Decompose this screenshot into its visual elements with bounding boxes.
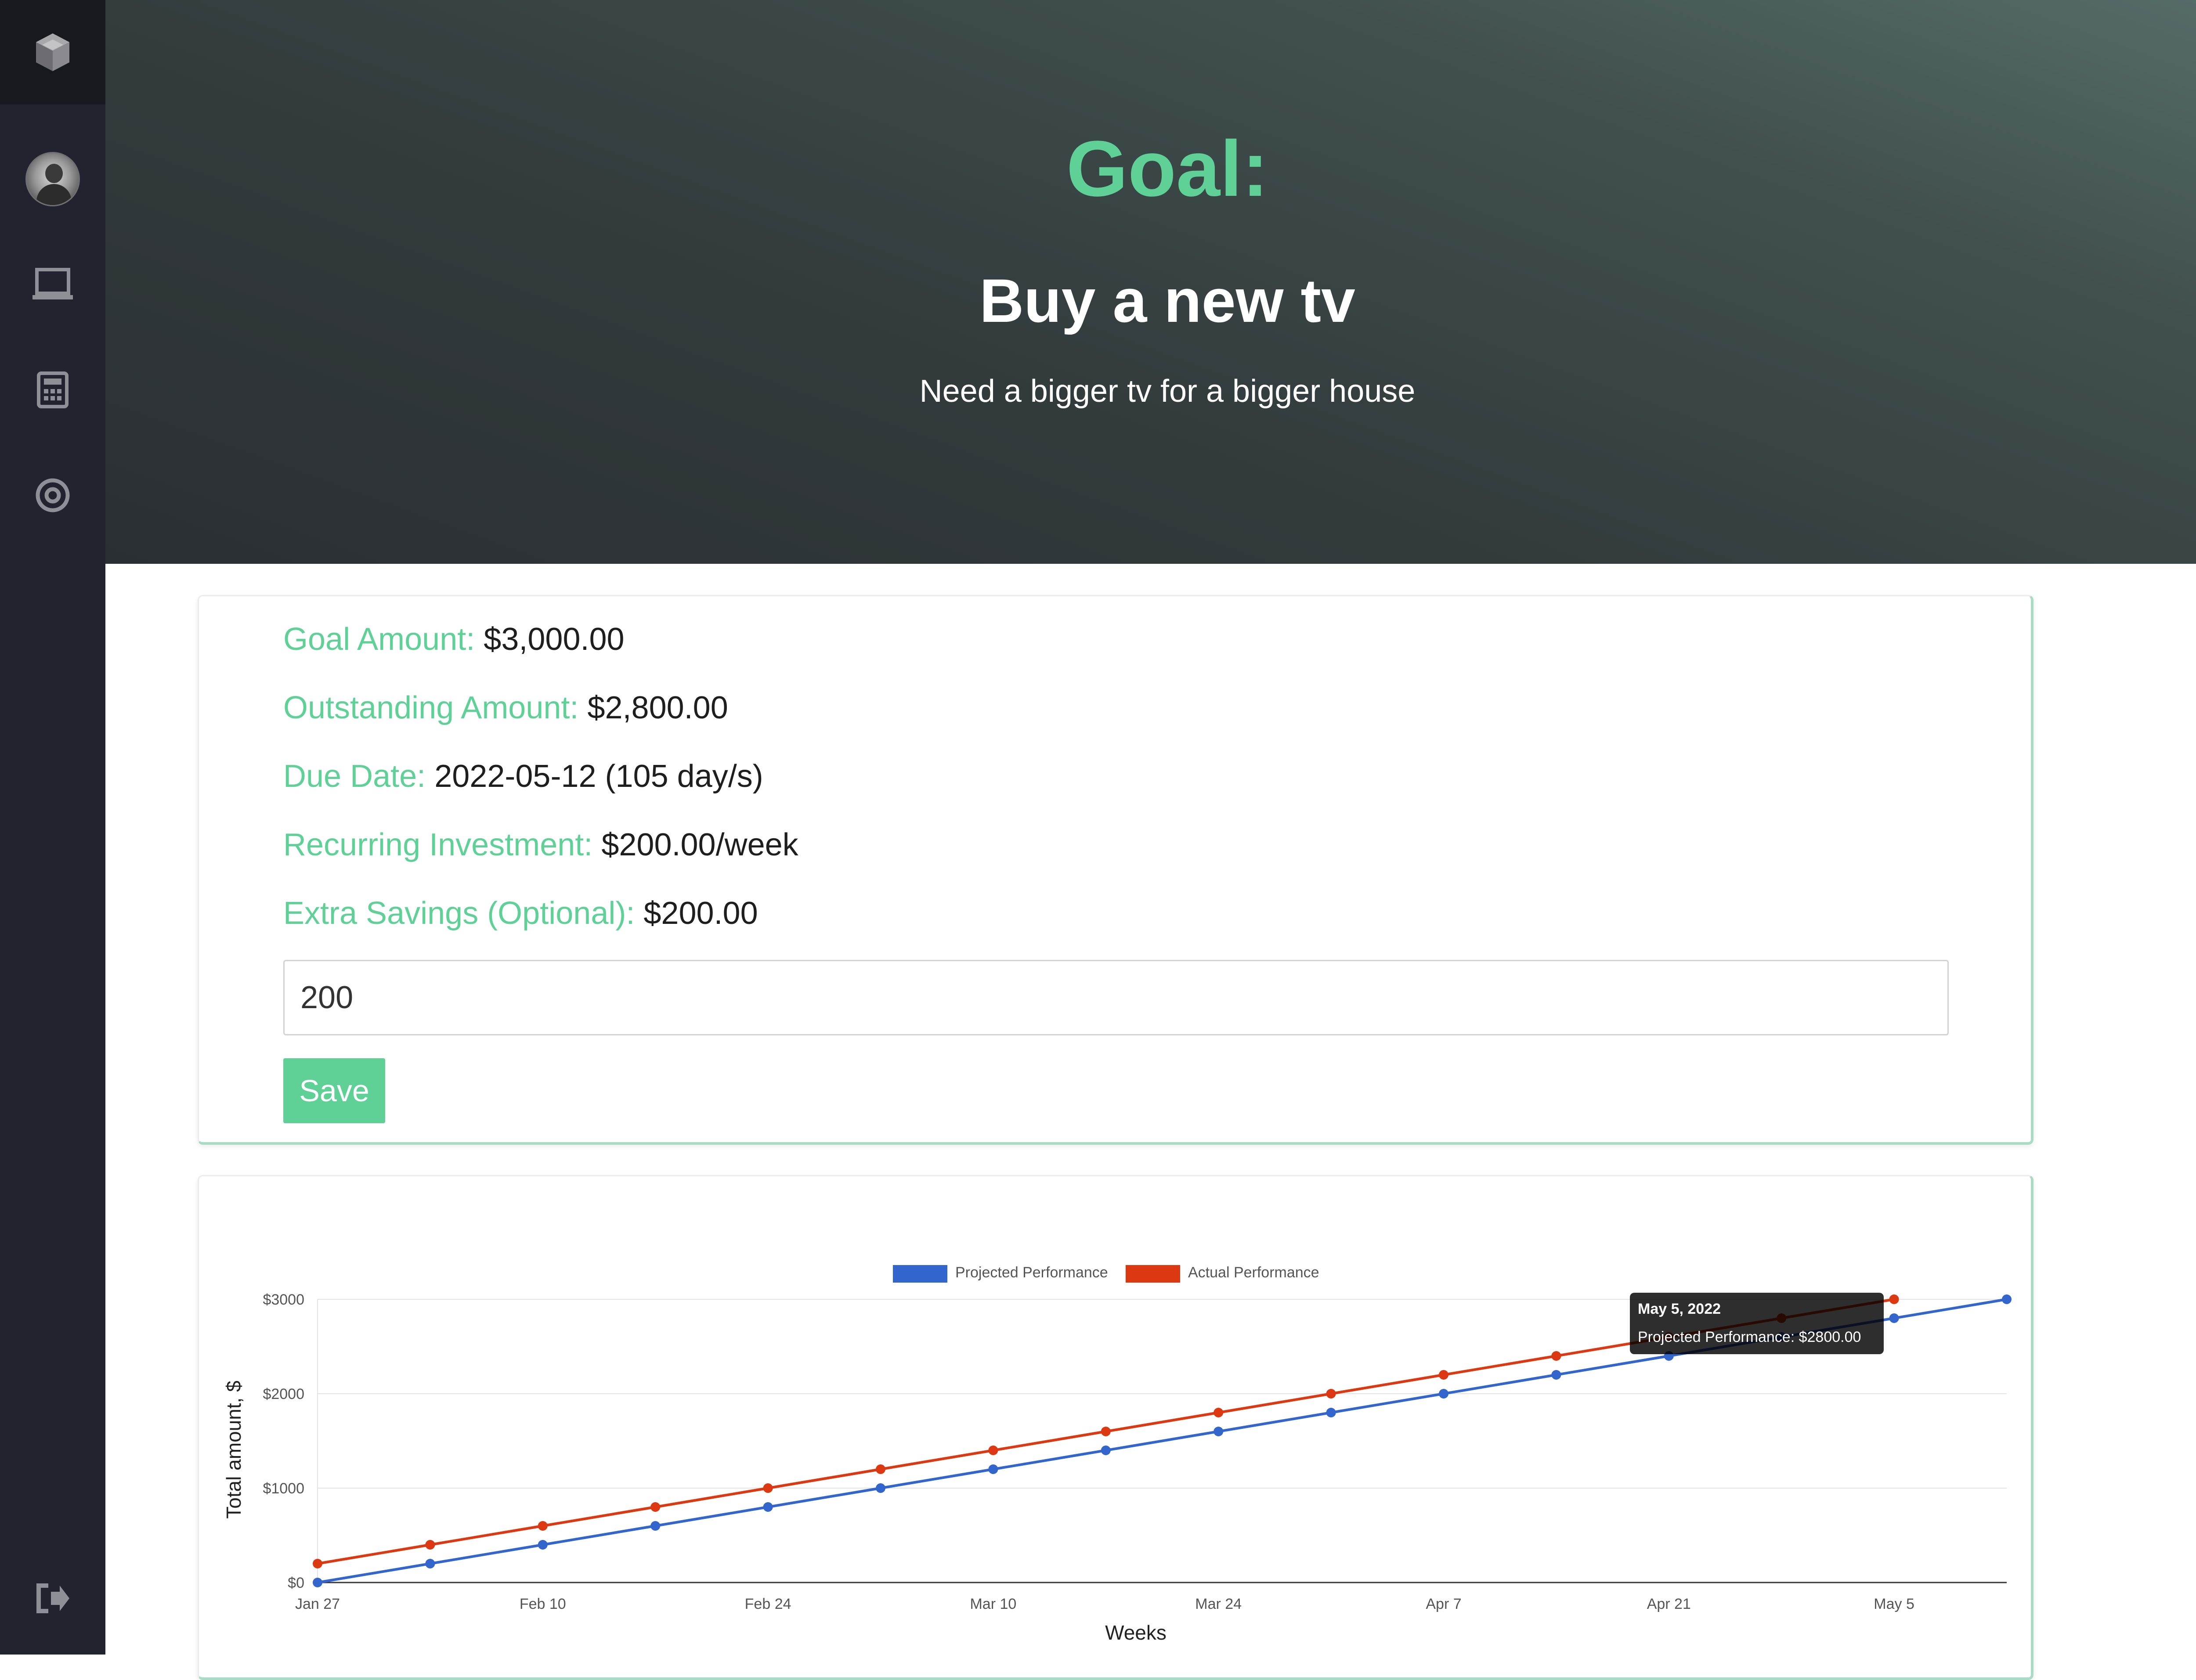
- data-point: [1214, 1408, 1224, 1417]
- goal-details-card: Goal Amount: $3,000.00 Outstanding Amoun…: [198, 595, 2033, 1145]
- data-point: [1326, 1408, 1336, 1417]
- data-point: [988, 1464, 998, 1474]
- y-tick-label: $2000: [263, 1386, 304, 1402]
- y-axis-title: Total amount, $: [222, 1381, 245, 1519]
- data-point: [1889, 1294, 1899, 1304]
- performance-chart-card: $0 $1000 $2000 $3000 Jan 27 Feb 10 Feb 24 Mar 1…: [198, 1175, 2033, 1680]
- recurring-investment-label: Recurring Investment:: [283, 827, 593, 862]
- x-tick-label: May 5: [1874, 1596, 1914, 1612]
- data-point: [650, 1521, 661, 1531]
- due-date-row: Due Date: 2022-05-12 (105 day/s): [283, 761, 763, 792]
- goal-amount-label: Goal Amount:: [283, 622, 475, 657]
- y-tick-label: $1000: [263, 1480, 304, 1497]
- performance-chart: $0 $1000 $2000 $3000 Jan 27 Feb 10 Feb 24 Mar 1…: [222, 1264, 2012, 1644]
- sidebar-item-dashboard[interactable]: [0, 249, 105, 320]
- extra-savings-input[interactable]: [283, 960, 1949, 1035]
- x-tick-label: Feb 24: [745, 1596, 791, 1612]
- recurring-investment-row: Recurring Investment: $200.00/week: [283, 829, 798, 861]
- x-axis-title: Weeks: [1105, 1621, 1167, 1644]
- data-point: [2002, 1294, 2012, 1304]
- tooltip-title: May 5, 2022: [1638, 1301, 1721, 1317]
- x-tick-label: Apr 7: [1426, 1596, 1461, 1612]
- data-point: [1439, 1370, 1448, 1380]
- data-point: [1551, 1370, 1561, 1380]
- goal-amount-value: $3,000.00: [484, 622, 625, 657]
- y-tick-label: $0: [288, 1575, 304, 1591]
- data-point: [1326, 1389, 1336, 1399]
- data-point: [1889, 1313, 1899, 1323]
- data-point: [1439, 1389, 1448, 1399]
- legend-label: Actual Performance: [1188, 1264, 1319, 1281]
- legend-swatch: [893, 1265, 947, 1283]
- x-tick-label: Jan 27: [295, 1596, 340, 1612]
- data-point: [763, 1502, 773, 1512]
- save-button[interactable]: Save: [283, 1058, 385, 1123]
- x-tick-label: Feb 10: [520, 1596, 566, 1612]
- outstanding-amount-row: Outstanding Amount: $2,800.00: [283, 692, 728, 724]
- outstanding-amount-label: Outstanding Amount:: [283, 690, 579, 725]
- data-point: [1101, 1446, 1111, 1455]
- sidebar: [0, 0, 105, 1655]
- sidebar-item-logout[interactable]: [0, 1563, 105, 1633]
- legend-swatch: [1126, 1265, 1180, 1283]
- data-point: [1551, 1351, 1561, 1361]
- logout-icon: [36, 1583, 69, 1613]
- data-point: [1101, 1427, 1111, 1436]
- due-date-value: 2022-05-12 (105 day/s): [434, 759, 763, 794]
- sidebar-item-calculator[interactable]: [0, 355, 105, 425]
- outstanding-amount-value: $2,800.00: [587, 690, 728, 725]
- due-date-label: Due Date:: [283, 759, 426, 794]
- data-point: [538, 1521, 548, 1531]
- cube-logo-icon: [36, 33, 69, 71]
- legend-label: Projected Performance: [955, 1264, 1108, 1281]
- data-point: [313, 1559, 322, 1568]
- recurring-investment-value: $200.00/week: [601, 827, 798, 862]
- sidebar-item-profile[interactable]: [0, 144, 105, 214]
- data-point: [650, 1502, 661, 1512]
- goal-amount-row: Goal Amount: $3,000.00: [283, 624, 625, 655]
- goal-title: Buy a new tv: [979, 266, 1355, 335]
- goal-hero: Goal: Buy a new tv Need a bigger tv for …: [105, 0, 2196, 564]
- data-point: [988, 1446, 998, 1455]
- sidebar-item-goals[interactable]: [0, 460, 105, 530]
- calculator-icon: [37, 371, 69, 408]
- data-point: [876, 1464, 885, 1474]
- data-point: [1214, 1427, 1224, 1436]
- extra-savings-label: Extra Savings (Optional):: [283, 896, 635, 931]
- extra-savings-row: Extra Savings (Optional): $200.00: [283, 898, 758, 929]
- y-tick-label: $3000: [263, 1291, 304, 1308]
- goal-description: Need a bigger tv for a bigger house: [919, 374, 1416, 409]
- x-tick-label: Apr 21: [1647, 1596, 1691, 1612]
- goal-label: Goal:: [1066, 125, 1269, 213]
- data-point: [425, 1559, 435, 1568]
- data-point: [876, 1483, 885, 1493]
- extra-savings-value: $200.00: [643, 896, 758, 931]
- data-point: [313, 1578, 322, 1587]
- laptop-icon: [33, 268, 73, 299]
- data-point: [538, 1540, 548, 1550]
- x-tick-label: Mar 10: [970, 1596, 1016, 1612]
- x-tick-label: Mar 24: [1195, 1596, 1242, 1612]
- tooltip-body: Projected Performance: $2800.00: [1638, 1329, 1861, 1345]
- avatar: [25, 152, 80, 206]
- sidebar-logo[interactable]: [0, 0, 105, 105]
- data-point: [763, 1483, 773, 1493]
- target-icon: [36, 478, 70, 512]
- data-point: [425, 1540, 435, 1550]
